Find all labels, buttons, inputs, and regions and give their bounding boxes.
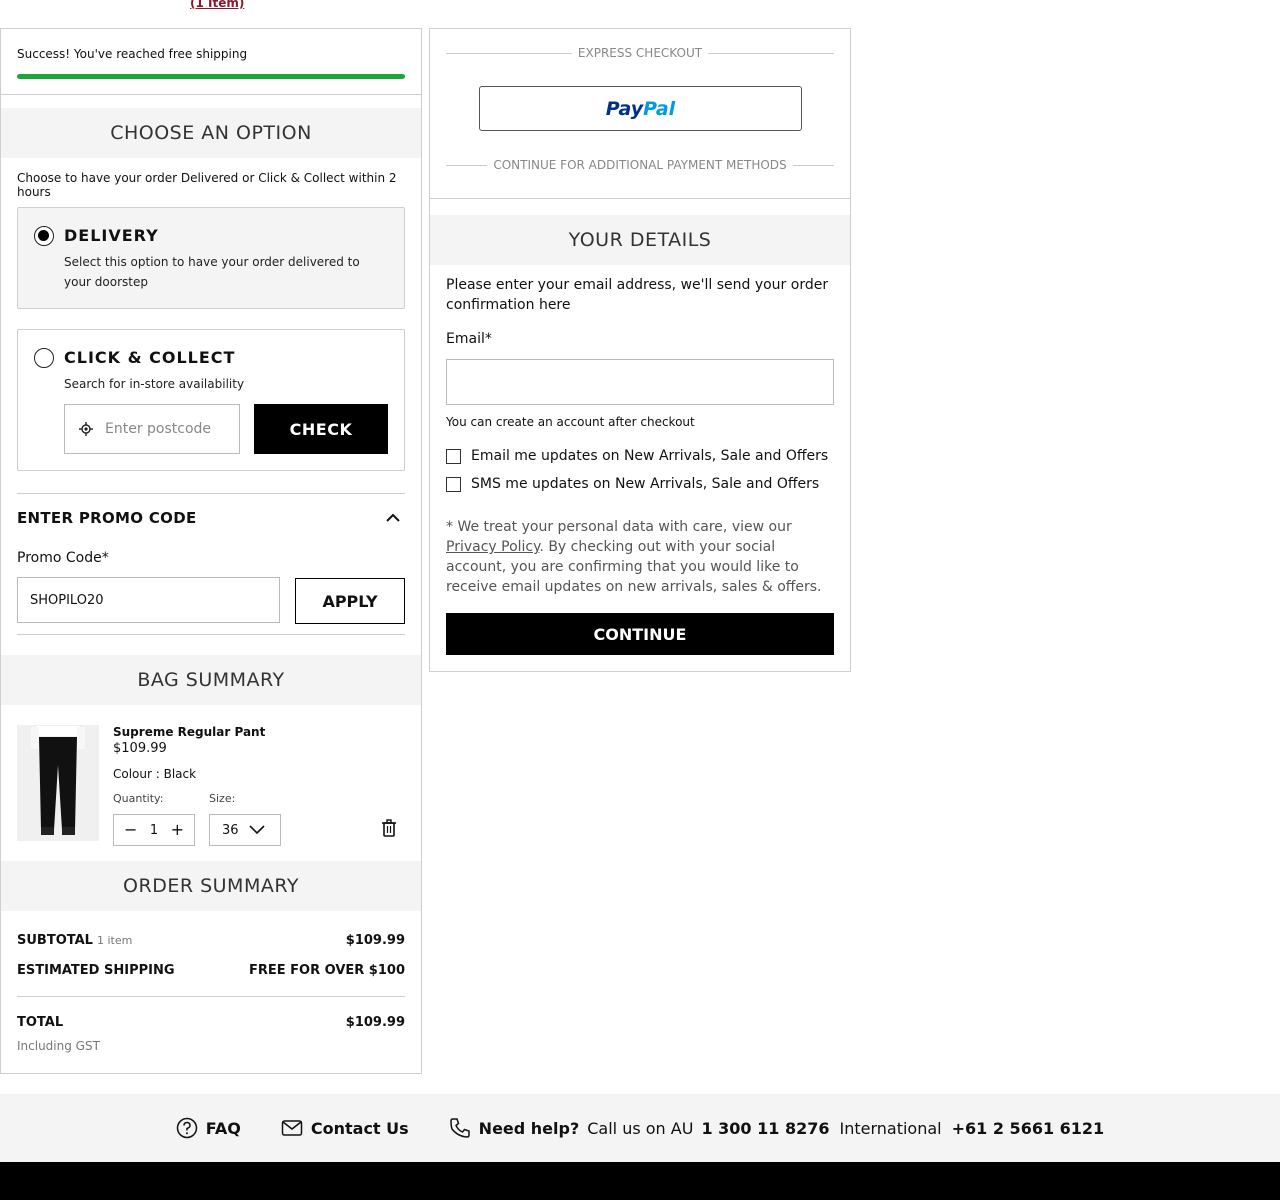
sms-updates-checkbox[interactable] bbox=[446, 476, 461, 492]
faq-link[interactable]: FAQ bbox=[176, 1117, 241, 1139]
product-price: $109.99 bbox=[113, 741, 167, 756]
chevron-up-icon[interactable] bbox=[385, 510, 401, 526]
phone-help: Need help? Call us on AU 1 300 11 8276 I… bbox=[449, 1117, 1105, 1139]
click-collect-radio[interactable] bbox=[34, 348, 54, 368]
divider bbox=[1, 94, 421, 95]
privacy-notice: * We treat your personal data with care,… bbox=[446, 519, 822, 595]
envelope-icon bbox=[281, 1120, 303, 1136]
help-footer: FAQ Contact Us Need help? Call us on AU … bbox=[0, 1094, 1280, 1162]
postcode-placeholder: Enter postcode bbox=[105, 421, 212, 437]
intl-phone-number[interactable]: +61 2 5661 6121 bbox=[952, 1119, 1105, 1138]
sms-updates-option[interactable]: SMS me updates on New Arrivals, Sale and… bbox=[446, 476, 819, 492]
trash-icon[interactable] bbox=[381, 819, 397, 837]
subtotal-label: SUBTOTAL bbox=[17, 933, 93, 948]
question-circle-icon bbox=[176, 1117, 198, 1139]
delivery-description: Select this option to have your order de… bbox=[64, 255, 360, 289]
checkout-left-panel: Success! You've reached free shipping CH… bbox=[0, 28, 422, 1074]
click-collect-description: Search for in-store availability bbox=[64, 377, 245, 391]
size-value: 36 bbox=[222, 822, 239, 838]
shipping-row: ESTIMATED SHIPPING FREE FOR OVER $100 bbox=[17, 963, 405, 978]
free-shipping-message: Success! You've reached free shipping bbox=[17, 47, 248, 61]
total-value: $109.99 bbox=[345, 1015, 405, 1030]
free-shipping-progress-fill bbox=[17, 74, 405, 79]
contact-us-link[interactable]: Contact Us bbox=[281, 1117, 409, 1139]
size-label: Size: bbox=[209, 792, 236, 805]
delivery-option[interactable]: DELIVERY Select this option to have your… bbox=[17, 207, 405, 309]
size-select[interactable]: 36 bbox=[209, 814, 281, 846]
email-label: Email* bbox=[446, 331, 492, 347]
promo-code-input[interactable]: SHOPILO20 bbox=[17, 577, 280, 623]
promo-code-label: Promo Code* bbox=[17, 550, 109, 566]
account-note: You can create an account after checkout bbox=[446, 415, 695, 429]
continue-button[interactable]: CONTINUE bbox=[446, 613, 834, 655]
your-details-heading: YOUR DETAILS bbox=[430, 215, 850, 265]
page-footer-bar bbox=[0, 1162, 1280, 1200]
minus-icon[interactable]: − bbox=[124, 822, 137, 838]
details-description: Please enter your email address, we'll s… bbox=[446, 277, 829, 313]
click-collect-title: CLICK & COLLECT bbox=[64, 348, 236, 367]
plus-icon[interactable]: + bbox=[171, 822, 184, 838]
paypal-logo-part2: Pal bbox=[643, 97, 676, 120]
email-field[interactable] bbox=[446, 359, 834, 405]
gst-note: Including GST bbox=[17, 1039, 100, 1053]
quantity-value: 1 bbox=[149, 822, 159, 838]
email-updates-label: Email me updates on New Arrivals, Sale a… bbox=[471, 448, 829, 464]
divider bbox=[17, 634, 405, 635]
shipping-label: ESTIMATED SHIPPING bbox=[17, 963, 175, 978]
total-label: TOTAL bbox=[17, 1015, 64, 1030]
email-updates-checkbox[interactable] bbox=[446, 448, 461, 464]
product-name[interactable]: Supreme Regular Pant bbox=[113, 725, 265, 739]
location-target-icon bbox=[79, 422, 93, 436]
postcode-input[interactable]: Enter postcode bbox=[64, 404, 240, 454]
subtotal-item-count: 1 item bbox=[96, 934, 133, 947]
delivery-title: DELIVERY bbox=[64, 226, 159, 245]
free-shipping-progress-bar bbox=[17, 74, 405, 79]
apply-promo-button[interactable]: APPLY bbox=[295, 578, 405, 624]
product-thumbnail[interactable] bbox=[17, 725, 99, 841]
shipping-value: FREE FOR OVER $100 bbox=[248, 963, 405, 978]
quantity-label: Quantity: bbox=[113, 792, 164, 805]
additional-methods-divider: CONTINUE FOR ADDITIONAL PAYMENT METHODS bbox=[446, 158, 834, 172]
pants-image bbox=[17, 725, 99, 841]
total-row: TOTAL $109.99 bbox=[17, 1015, 405, 1030]
subtotal-row: SUBTOTAL 1 item $109.99 bbox=[17, 933, 405, 948]
paypal-button[interactable]: Pay Pal bbox=[479, 86, 802, 131]
choose-option-description: Choose to have your order Delivered or C… bbox=[17, 171, 397, 199]
divider bbox=[430, 198, 850, 199]
paypal-logo-part1: Pay bbox=[605, 97, 644, 120]
choose-option-heading: CHOOSE AN OPTION bbox=[1, 108, 421, 158]
subtotal-value: $109.99 bbox=[345, 933, 405, 948]
product-colour: Colour : Black bbox=[113, 767, 197, 781]
bag-item-count-link[interactable]: (1 Item) bbox=[190, 0, 244, 10]
checkout-right-panel: EXPRESS CHECKOUT Pay Pal CONTINUE FOR ADD… bbox=[429, 28, 851, 672]
click-collect-option[interactable]: CLICK & COLLECT Search for in-store avai… bbox=[17, 329, 405, 471]
phone-icon bbox=[449, 1118, 470, 1138]
delivery-radio[interactable] bbox=[34, 226, 54, 246]
au-phone-number[interactable]: 1 300 11 8276 bbox=[701, 1119, 829, 1138]
bag-summary-heading: BAG SUMMARY bbox=[1, 655, 421, 705]
promo-code-heading[interactable]: ENTER PROMO CODE bbox=[17, 509, 197, 527]
email-updates-option[interactable]: Email me updates on New Arrivals, Sale a… bbox=[446, 448, 828, 464]
privacy-policy-link[interactable]: Privacy Policy bbox=[446, 539, 539, 555]
quantity-stepper: − 1 + bbox=[113, 814, 195, 846]
express-checkout-heading: EXPRESS CHECKOUT bbox=[446, 46, 834, 60]
chevron-down-icon bbox=[248, 825, 265, 835]
divider bbox=[17, 493, 405, 494]
sms-updates-label: SMS me updates on New Arrivals, Sale and… bbox=[471, 476, 820, 492]
order-summary-heading: ORDER SUMMARY bbox=[1, 861, 421, 911]
divider bbox=[17, 996, 405, 997]
check-availability-button[interactable]: CHECK bbox=[254, 404, 388, 454]
